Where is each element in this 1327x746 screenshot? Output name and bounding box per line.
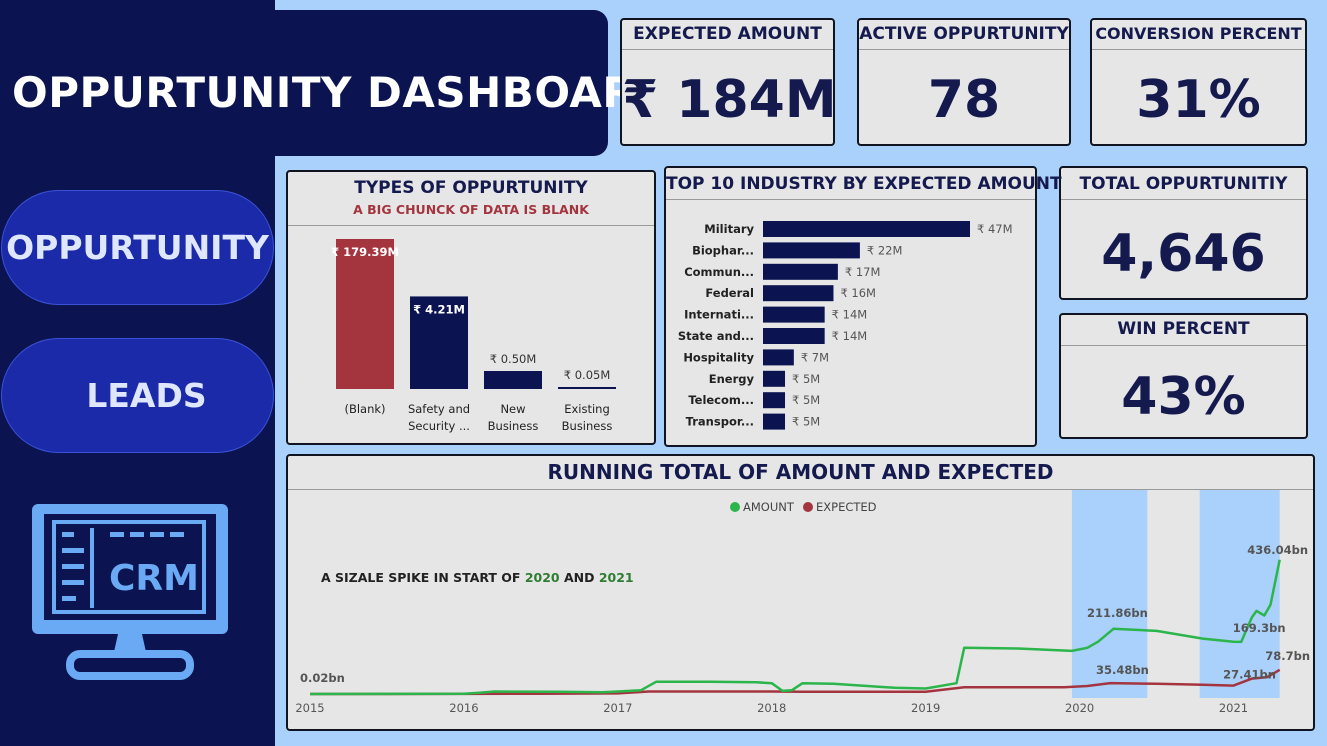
kpi-value: 43% <box>1121 367 1246 427</box>
bar-value-label: ₹ 5M <box>792 393 820 407</box>
category-label: Business <box>488 419 539 433</box>
types-of-oppurtunity-chart: TYPES OF OPPURTUNITY A BIG CHUNCK OF DAT… <box>286 170 656 445</box>
data-label: 436.04bn <box>1247 543 1308 557</box>
bar-value-label: ₹ 16M <box>840 286 876 300</box>
bar-value-label: ₹ 179.39M <box>331 245 399 259</box>
bar-value-label: ₹ 0.50M <box>490 352 537 366</box>
kpi-label: ACTIVE OPPURTUNITY <box>859 24 1069 44</box>
title-panel: OPPURTUNITY DASHBOARD <box>0 10 670 156</box>
kpi-label: EXPECTED AMOUNT <box>633 24 822 44</box>
running-total-svg: 2015 2016 2017 2018 2019 2020 2021 AMOUNT EXPECT… <box>295 490 1310 715</box>
kpi-card-total-oppurtunity: TOTAL OPPURTUNITIY 4,646 <box>1059 166 1308 300</box>
category-label: Transpor... <box>686 415 754 429</box>
top-industry-chart: TOP 10 INDUSTRY BY EXPECTED AMOUNT Milit… <box>664 166 1062 447</box>
kpi-card-active-oppurtunity: ACTIVE OPPURTUNITY 78 <box>857 18 1071 146</box>
kpi-value: 78 <box>927 70 1001 130</box>
x-tick-label: 2016 <box>449 701 478 715</box>
category-label: Safety and <box>408 402 470 416</box>
crm-monitor-icon: CRM <box>32 504 228 680</box>
chart-title: TOP 10 INDUSTRY BY EXPECTED AMOUNT <box>666 174 1062 194</box>
kpi-value: 31% <box>1136 70 1261 130</box>
bar <box>763 413 786 430</box>
legend-label-expected: EXPECTED <box>816 500 877 514</box>
legend-label-amount: AMOUNT <box>743 500 795 514</box>
category-label: New <box>500 402 525 416</box>
kpi-label: TOTAL OPPURTUNITIY <box>1079 174 1288 194</box>
data-label: 78.7bn <box>1265 649 1310 663</box>
running-total-chart: RUNNING TOTAL OF AMOUNT AND EXPECTED 201… <box>286 454 1315 731</box>
x-tick-label: 2017 <box>603 701 632 715</box>
category-label: (Blank) <box>344 402 385 416</box>
bar-value-label: ₹ 7M <box>801 350 829 364</box>
industry-bar-svg: Military ₹ 47M Biophar... ₹ 22M Commun... ₹ 1… <box>678 221 1013 430</box>
category-label: Internati... <box>684 308 754 322</box>
bar <box>763 263 838 280</box>
bar <box>336 239 394 389</box>
bar <box>763 328 825 344</box>
kpi-value: 4,646 <box>1101 224 1266 284</box>
kpi-label: CONVERSION PERCENT <box>1095 24 1302 43</box>
category-label: State and... <box>678 329 754 343</box>
bar <box>763 306 825 323</box>
annotation-text: A SIZALE SPIKE IN START OF 2020 AND 2021 <box>321 570 634 585</box>
bar-value-label: ₹ 47M <box>977 222 1013 236</box>
bar-value-label: ₹ 22M <box>867 243 903 257</box>
bar-value-label: ₹ 14M <box>832 329 868 343</box>
bar <box>763 221 970 237</box>
category-label: Commun... <box>684 265 754 279</box>
crm-logo-text: CRM <box>109 558 199 599</box>
bar <box>763 392 786 409</box>
legend-marker-expected <box>803 502 813 512</box>
category-label: Biophar... <box>692 243 754 257</box>
kpi-card-win-percent: WIN PERCENT 43% <box>1059 313 1308 439</box>
bar-value-label: ₹ 5M <box>792 372 820 386</box>
dashboard-title: OPPURTUNITY DASHBOARD <box>12 68 671 117</box>
bar-value-label: ₹ 0.05M <box>564 368 611 382</box>
x-tick-label: 2019 <box>911 701 940 715</box>
nav-button-leads[interactable]: LEADS <box>1 338 274 453</box>
bar <box>763 242 860 259</box>
category-label: Federal <box>705 286 754 300</box>
category-label: Telecom... <box>688 393 754 407</box>
bar-value-label: ₹ 17M <box>845 265 881 279</box>
bar <box>763 349 794 366</box>
data-label: 169.3bn <box>1233 621 1286 635</box>
data-label: 35.48bn <box>1096 663 1149 677</box>
x-tick-label: 2020 <box>1065 701 1094 715</box>
x-tick-label: 2015 <box>295 701 324 715</box>
category-label: Business <box>562 419 613 433</box>
kpi-card-expected-amount: EXPECTED AMOUNT ₹ 184M <box>620 18 837 146</box>
category-label: Military <box>704 222 754 236</box>
kpi-value: ₹ 184M <box>622 70 837 130</box>
bar <box>558 387 616 389</box>
category-label: Hospitality <box>683 350 754 364</box>
data-label: 27.41bn <box>1223 668 1276 682</box>
data-label: 211.86bn <box>1087 606 1148 620</box>
bar-value-label: ₹ 4.21M <box>413 302 465 316</box>
bar-value-label: ₹ 14M <box>832 308 868 322</box>
bar <box>763 285 834 302</box>
bar <box>763 370 786 387</box>
data-label: 0.02bn <box>300 671 345 685</box>
nav-button-oppurtunity[interactable]: OPPURTUNITY <box>1 190 274 305</box>
x-tick-label: 2018 <box>757 701 786 715</box>
kpi-card-conversion-percent: CONVERSION PERCENT 31% <box>1090 18 1307 146</box>
bar-value-label: ₹ 5M <box>792 415 820 429</box>
category-label: Existing <box>564 402 610 416</box>
types-bar-svg: ₹ 179.39M (Blank) ₹ 4.21M Safety and Securit… <box>331 239 616 433</box>
chart-subtitle: A BIG CHUNCK OF DATA IS BLANK <box>353 202 589 217</box>
bar <box>484 371 542 389</box>
category-label: Security ... <box>408 419 470 433</box>
kpi-label: WIN PERCENT <box>1117 319 1250 339</box>
chart-title: RUNNING TOTAL OF AMOUNT AND EXPECTED <box>547 460 1054 484</box>
x-tick-label: 2021 <box>1219 701 1248 715</box>
chart-title: TYPES OF OPPURTUNITY <box>354 178 588 198</box>
category-label: Energy <box>709 372 755 386</box>
legend-marker-amount <box>730 502 740 512</box>
